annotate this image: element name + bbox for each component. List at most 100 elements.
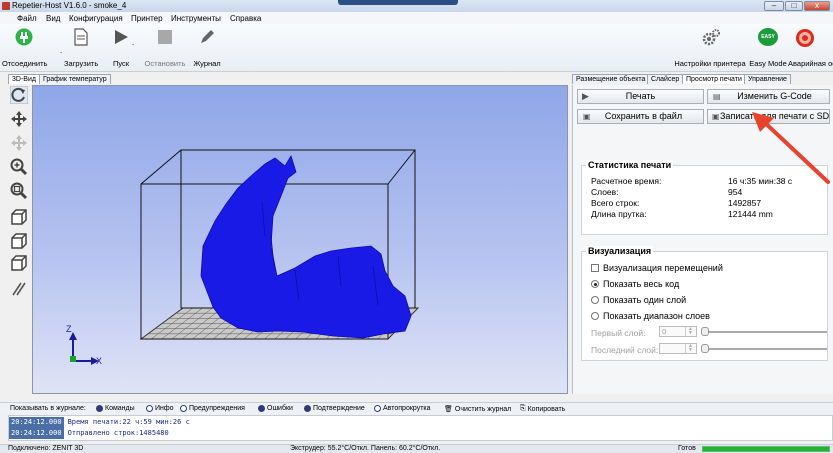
connection-status: Подключено: ZENIT 3D	[8, 445, 84, 452]
tab-slicer[interactable]: Слайсер	[647, 74, 684, 84]
maximize-button[interactable]: □	[785, 1, 803, 11]
disconnect-label: Отсоединить	[2, 59, 48, 68]
close-button[interactable]: x	[804, 1, 830, 11]
clear-log-button[interactable]: 🗑 Очистить журнал	[444, 405, 511, 414]
minimize-button[interactable]: –	[764, 1, 784, 11]
log-message: Отправлено строк:1485480	[67, 429, 169, 437]
3d-viewport[interactable]: Z X	[32, 85, 568, 394]
start-dropdown-arrow[interactable]: .	[132, 38, 134, 47]
show-one-radio[interactable]: Показать один слой	[591, 295, 686, 305]
last-layer-slider-thumb[interactable]	[701, 344, 709, 353]
last-layer-spinner[interactable]: ▲ ▼	[685, 344, 695, 353]
menu-help[interactable]: Справка	[230, 14, 261, 23]
filter-errors[interactable]: Ошибки	[258, 405, 293, 412]
last-layer-slider[interactable]	[703, 348, 827, 350]
log-output[interactable]: 20:24:12.000 Время печати:22 ч:59 мин:26 …	[8, 415, 833, 441]
rotate-icon[interactable]	[10, 86, 28, 104]
document-icon	[74, 28, 88, 46]
stop-label: Остановить	[144, 59, 186, 68]
filter-commands[interactable]: Команды	[96, 405, 135, 412]
show-range-radio[interactable]: Показать диапазон слоев	[591, 311, 710, 321]
menu-bar: Файл Вид Конфигурация Принтер Инструмент…	[0, 12, 833, 24]
edit-gcode-button[interactable]: ▤ Изменить G-Code	[707, 89, 830, 104]
tab-temperature-graph[interactable]: График температур	[39, 74, 111, 84]
tab-object-placement[interactable]: Размещение объекта	[572, 74, 650, 84]
print-button[interactable]: ▶ Печать	[577, 89, 704, 104]
main-toolbar: Отсоединить . Загрузить . Пуск Остановит…	[0, 24, 833, 72]
menu-tools[interactable]: Инструменты	[171, 14, 221, 23]
load-button[interactable]: Загрузить	[64, 24, 98, 70]
printer-settings-button[interactable]: Настройки принтера	[672, 24, 748, 70]
trash-icon: 🗑	[444, 406, 453, 413]
emergency-icon	[796, 29, 814, 47]
log-filter-bar: Показывать в журнале: Команды Инфо Преду…	[0, 402, 833, 414]
show-one-label: Показать один слой	[603, 295, 687, 305]
first-layer-spinner[interactable]: ▲ ▼	[685, 327, 695, 336]
stat-layers-label: Слоев:	[591, 187, 619, 197]
tab-control[interactable]: Управление	[744, 74, 791, 84]
journal-label: Журнал	[193, 59, 221, 68]
tab-3d-view[interactable]: 3D-Вид	[8, 74, 40, 84]
print-scene	[69, 149, 420, 365]
info-icon	[146, 405, 153, 412]
zoom-fit-icon[interactable]	[10, 182, 28, 200]
save-file-button[interactable]: ▣ Сохранить в файл	[577, 109, 704, 124]
progress-bar	[702, 446, 830, 452]
menu-config[interactable]: Конфигурация	[69, 14, 123, 23]
iso-view-icon[interactable]	[10, 208, 28, 226]
zoom-in-icon[interactable]	[10, 158, 28, 176]
log-line: 20:24:12.000 Отправлено строк:1485480	[9, 428, 832, 439]
show-range-radio-dot[interactable]	[591, 312, 599, 320]
menu-view[interactable]: Вид	[46, 14, 60, 23]
load-dropdown-arrow[interactable]: .	[60, 46, 62, 55]
log-message: Время печати:22 ч:59 мин:26 с	[67, 418, 190, 426]
easy-mode-button[interactable]: EASY Easy Mode	[748, 24, 788, 70]
filter-info[interactable]: Инфо	[146, 405, 174, 412]
stat-filament-label: Длина прутка:	[591, 209, 647, 219]
menu-printer[interactable]: Принтер	[131, 14, 163, 23]
easy-mode-icon: EASY	[758, 28, 778, 46]
log-filter-label: Показывать в журнале:	[10, 405, 86, 412]
filter-warnings[interactable]: Предупреждения	[180, 405, 245, 412]
emergency-label: Аварийная остановка	[788, 59, 833, 68]
top-view-icon[interactable]	[10, 254, 28, 272]
emergency-stop-button[interactable]: Аварийная остановка	[788, 24, 833, 70]
show-all-radio-dot[interactable]	[591, 280, 599, 288]
taskbar-preview-strip	[338, 0, 458, 5]
pen-icon	[201, 30, 214, 43]
filter-autoscroll[interactable]: Автопрокрутка	[374, 405, 431, 412]
first-layer-slider-thumb[interactable]	[701, 327, 709, 336]
menu-file[interactable]: Файл	[17, 14, 37, 23]
axis-z-label: Z	[66, 324, 72, 334]
first-layer-slider[interactable]	[703, 331, 827, 333]
printer-settings-label: Настройки принтера	[674, 59, 746, 68]
show-moves-box[interactable]	[591, 264, 599, 272]
show-moves-checkbox[interactable]: Визуализация перемещений	[591, 263, 723, 273]
print-label: Печать	[625, 91, 656, 101]
save-file-label: Сохранить в файл	[604, 111, 683, 121]
start-button[interactable]: . Пуск	[102, 24, 140, 70]
front-view-icon[interactable]	[10, 232, 28, 250]
log-timestamp: 20:24:12.000	[9, 428, 64, 439]
disconnect-button[interactable]: Отсоединить	[2, 24, 48, 70]
warnings-icon	[180, 405, 187, 412]
show-all-radio[interactable]: Показать весь код	[591, 279, 679, 289]
axis-x-label: X	[96, 356, 103, 366]
ready-status: Готов	[678, 445, 696, 452]
filter-autoscroll-label: Автопрокрутка	[383, 405, 431, 412]
window-title: Repetier-Host V1.6.0 - smoke_4	[12, 1, 127, 10]
journal-button[interactable]: Журнал	[190, 24, 224, 70]
move-icon[interactable]	[10, 110, 28, 128]
show-moves-label: Визуализация перемещений	[603, 263, 723, 273]
app-icon	[2, 2, 10, 10]
tab-print-preview[interactable]: Просмотр печати	[682, 74, 746, 84]
show-one-radio-dot[interactable]	[591, 296, 599, 304]
move-object-icon[interactable]	[10, 134, 28, 152]
last-layer-label: Последний слой:	[591, 345, 659, 355]
log-line: 20:24:12.000 Время печати:22 ч:59 мин:26 …	[9, 417, 832, 428]
stop-button[interactable]: Остановить	[142, 24, 188, 70]
parallel-projection-icon[interactable]	[10, 280, 28, 298]
view-tools	[8, 86, 30, 306]
filter-ack[interactable]: Подтверждение	[304, 405, 365, 412]
copy-log-button[interactable]: ⎘ Копировать	[520, 405, 565, 413]
